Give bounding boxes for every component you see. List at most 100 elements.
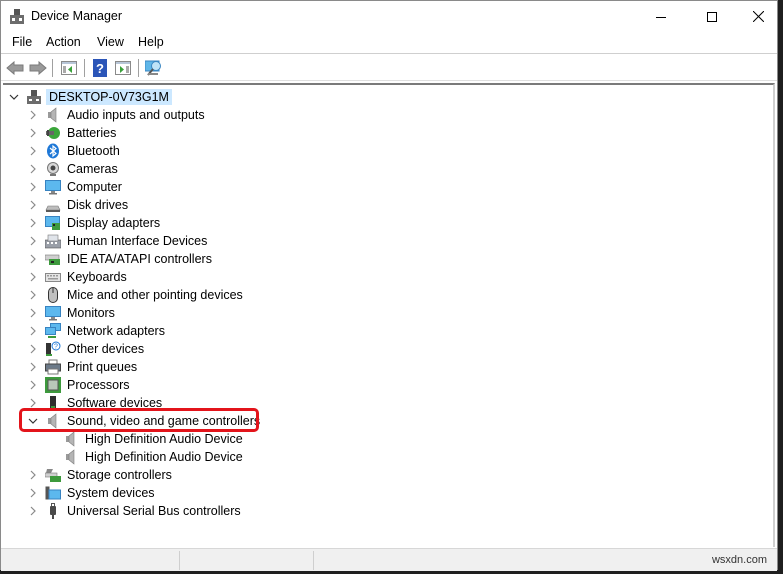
tree-category[interactable]: System devices	[27, 484, 155, 502]
tree-category[interactable]: Software devices	[27, 394, 162, 412]
close-button[interactable]	[735, 1, 781, 32]
tree-item-label: System devices	[67, 486, 155, 500]
tree-category[interactable]: Human Interface Devices	[27, 232, 207, 250]
tree-category[interactable]: Network adapters	[27, 322, 165, 340]
tree-category[interactable]: Monitors	[27, 304, 115, 322]
menu-action[interactable]: Action	[46, 35, 81, 49]
chevron-right-icon[interactable]	[27, 253, 39, 265]
close-icon	[752, 11, 764, 22]
chevron-right-icon[interactable]	[27, 217, 39, 229]
speaker-icon	[63, 449, 79, 465]
tree-item-label: Storage controllers	[67, 468, 172, 482]
tree-category[interactable]: Cameras	[27, 160, 118, 178]
computer-root-icon	[26, 89, 42, 105]
tree-category[interactable]: ? Other devices	[27, 340, 144, 358]
speaker-icon	[45, 413, 61, 429]
chevron-right-icon[interactable]	[27, 199, 39, 211]
hid-icon	[45, 233, 61, 249]
tree-item-label: Cameras	[67, 162, 118, 176]
other-devices-icon: ?	[45, 341, 61, 357]
tree-item-label: Processors	[67, 378, 130, 392]
svg-text:?: ?	[54, 344, 58, 351]
tree-device[interactable]: High Definition Audio Device	[45, 430, 243, 448]
show-hide-console-tree-button[interactable]	[59, 58, 79, 78]
scan-hardware-button[interactable]	[144, 58, 164, 78]
device-tree[interactable]: DESKTOP-0V73G1M Audio inputs and outputs B…	[3, 83, 775, 547]
toolbar: ?	[1, 54, 777, 81]
chevron-down-icon[interactable]	[8, 91, 20, 103]
chevron-right-icon[interactable]	[27, 145, 39, 157]
minimize-icon	[656, 16, 666, 18]
tree-item-label: High Definition Audio Device	[85, 432, 243, 446]
chevron-right-icon[interactable]	[27, 469, 39, 481]
help-button[interactable]: ?	[90, 58, 110, 78]
tree-category[interactable]: Mice and other pointing devices	[27, 286, 243, 304]
chevron-right-icon[interactable]	[27, 289, 39, 301]
status-divider	[313, 551, 314, 570]
camera-icon	[45, 161, 61, 177]
chevron-right-icon[interactable]	[27, 505, 39, 517]
chevron-right-icon[interactable]	[27, 181, 39, 193]
forward-button[interactable]	[28, 58, 48, 78]
show-hide-action-pane-button[interactable]	[113, 58, 133, 78]
action-pane-icon	[115, 61, 131, 75]
title-bar[interactable]: Device Manager	[1, 1, 777, 32]
tree-category[interactable]: IDE ATA/ATAPI controllers	[27, 250, 212, 268]
processor-icon	[45, 377, 61, 393]
tree-root-node[interactable]: DESKTOP-0V73G1M	[8, 88, 172, 106]
tree-item-label: Human Interface Devices	[67, 234, 208, 248]
tree-category[interactable]: Computer	[27, 178, 122, 196]
tree-item-label: Display adapters	[67, 216, 161, 230]
tree-item-label: Monitors	[67, 306, 115, 320]
display-adapter-icon	[45, 215, 61, 231]
chevron-right-icon[interactable]	[27, 235, 39, 247]
storage-controller-icon	[45, 467, 61, 483]
device-manager-app-icon	[10, 9, 24, 24]
tree-category[interactable]: Print queues	[27, 358, 137, 376]
tree-category[interactable]: Disk drives	[27, 196, 128, 214]
menu-file[interactable]: File	[12, 35, 32, 49]
chevron-right-icon[interactable]	[27, 487, 39, 499]
chevron-right-icon[interactable]	[27, 343, 39, 355]
speaker-icon	[63, 431, 79, 447]
chevron-right-icon[interactable]	[27, 307, 39, 319]
tree-device[interactable]: High Definition Audio Device	[45, 448, 243, 466]
tree-category[interactable]: Storage controllers	[27, 466, 172, 484]
tree-category[interactable]: Bluetooth	[27, 142, 120, 160]
tree-category[interactable]: Batteries	[27, 124, 116, 142]
chevron-right-icon[interactable]	[27, 361, 39, 373]
tree-category[interactable]: Audio inputs and outputs	[27, 106, 205, 124]
menu-view[interactable]: View	[97, 35, 124, 49]
help-icon: ?	[93, 59, 107, 77]
chevron-right-icon[interactable]	[27, 109, 39, 121]
forward-icon	[29, 61, 47, 75]
chevron-right-icon[interactable]	[27, 397, 39, 409]
chevron-right-icon[interactable]	[27, 379, 39, 391]
back-button[interactable]	[5, 58, 25, 78]
speaker-icon	[45, 107, 61, 123]
device-manager-window: Device Manager File Action View Help ? D…	[0, 0, 778, 571]
bluetooth-icon	[45, 143, 61, 159]
tree-category[interactable]: Keyboards	[27, 268, 127, 286]
menu-bar: File Action View Help	[1, 32, 777, 54]
root-node-label: DESKTOP-0V73G1M	[46, 89, 172, 105]
chevron-right-icon[interactable]	[27, 325, 39, 337]
chevron-right-icon[interactable]	[27, 127, 39, 139]
minimize-button[interactable]	[638, 1, 684, 32]
maximize-button[interactable]	[689, 1, 735, 32]
console-tree-icon	[61, 61, 77, 75]
tree-item-label: IDE ATA/ATAPI controllers	[67, 252, 212, 266]
status-divider	[179, 551, 180, 570]
computer-icon	[45, 179, 61, 195]
tree-category[interactable]: Universal Serial Bus controllers	[27, 502, 241, 520]
keyboard-icon	[45, 269, 61, 285]
tree-item-label: Universal Serial Bus controllers	[67, 504, 241, 518]
tree-category[interactable]: Sound, video and game controllers	[27, 412, 260, 430]
tree-category[interactable]: Display adapters	[27, 214, 160, 232]
mouse-icon	[45, 287, 61, 303]
chevron-right-icon[interactable]	[27, 163, 39, 175]
tree-category[interactable]: Processors	[27, 376, 130, 394]
chevron-down-icon[interactable]	[27, 415, 39, 427]
chevron-right-icon[interactable]	[27, 271, 39, 283]
menu-help[interactable]: Help	[138, 35, 164, 49]
